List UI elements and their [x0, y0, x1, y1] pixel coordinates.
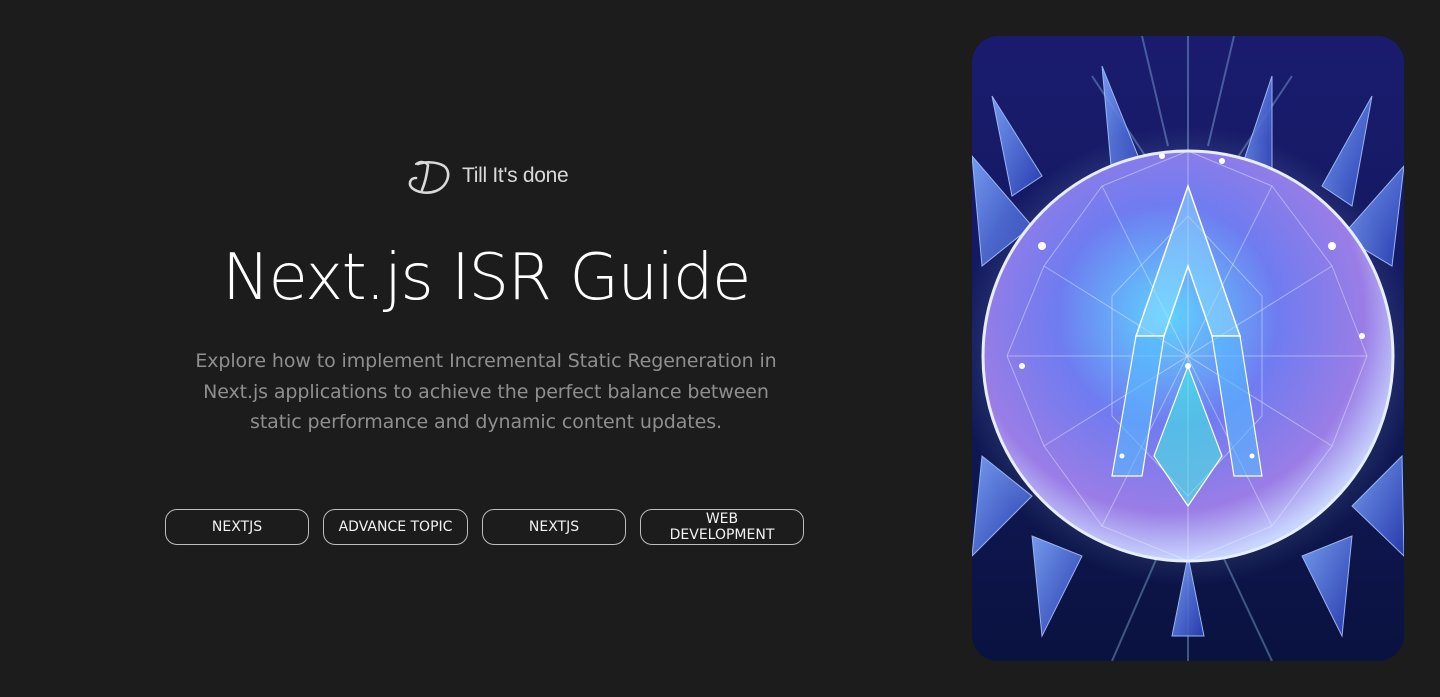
tag-list: NEXTJS ADVANCE TOPIC NEXTJS WEB DEVELOPM…	[165, 509, 804, 545]
tag-nextjs-2[interactable]: NEXTJS	[482, 509, 626, 545]
page-title: Next.js ISR Guide	[222, 241, 751, 315]
article-hero-page: Till It's done Next.js ISR Guide Explore…	[0, 0, 1440, 697]
tag-nextjs[interactable]: NEXTJS	[165, 509, 309, 545]
crystal-orb-illustration	[972, 36, 1404, 661]
hero-image	[972, 36, 1404, 661]
tag-web-development[interactable]: WEB DEVELOPMENT	[640, 509, 804, 545]
signature-d-logo-icon	[408, 160, 450, 194]
tag-advance-topic[interactable]: ADVANCE TOPIC	[323, 509, 468, 545]
brand[interactable]: Till It's done	[406, 156, 569, 196]
hero-text-column: Till It's done Next.js ISR Guide Explore…	[0, 0, 972, 697]
brand-name: Till It's done	[462, 164, 569, 187]
page-description: Explore how to implement Incremental Sta…	[195, 350, 777, 433]
